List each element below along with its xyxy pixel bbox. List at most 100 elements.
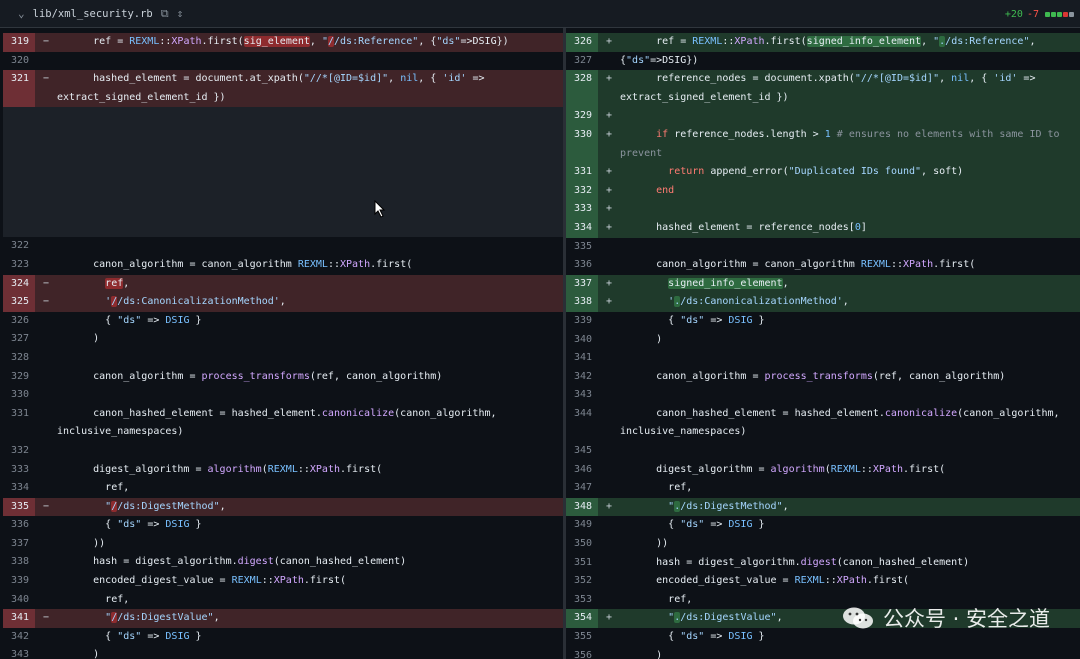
line-number[interactable]: 355 (566, 628, 598, 647)
mouse-cursor-icon (374, 200, 386, 218)
code-text: "//ds:DigestMethod", (105, 500, 226, 512)
deletion-marker: − (43, 73, 50, 85)
line-number[interactable]: 326 (566, 33, 598, 52)
line-number[interactable]: 332 (3, 442, 35, 461)
line-number[interactable]: 337 (3, 535, 35, 554)
line-number[interactable]: 353 (566, 591, 598, 610)
line-number[interactable]: 338 (566, 293, 598, 312)
line-number[interactable]: 325 (3, 293, 35, 312)
code-text: )) (57, 537, 106, 549)
line-number[interactable]: 342 (3, 628, 35, 647)
context-marker (43, 572, 55, 591)
line-number[interactable]: 334 (566, 218, 598, 238)
chevron-down-icon[interactable]: ⌄ (18, 7, 25, 20)
addition-marker: + (606, 296, 613, 308)
line-number[interactable]: 342 (566, 368, 598, 387)
line-number[interactable]: 338 (3, 553, 35, 572)
file-path[interactable]: lib/xml_security.rb (33, 8, 153, 20)
line-number[interactable]: 351 (566, 554, 598, 573)
diff-line: 321− hashed_element = document.at_xpath(… (3, 70, 563, 108)
line-number[interactable]: 345 (566, 442, 598, 461)
line-number[interactable]: 321 (3, 70, 35, 108)
line-number[interactable]: 331 (566, 163, 598, 182)
code-text: canon_algorithm = canon_algorithm REXML:… (57, 258, 413, 270)
line-number[interactable]: 332 (566, 181, 598, 201)
diff-line: 339 encoded_digest_value = REXML::XPath.… (3, 572, 563, 591)
context-marker (43, 237, 55, 256)
copy-icon[interactable]: ⧉ (161, 7, 169, 21)
diff-line: 340 ref, (3, 591, 563, 610)
diff-filler (3, 107, 563, 238)
diff-line: 342 canon_algorithm = process_transforms… (566, 368, 1080, 387)
line-number[interactable]: 354 (566, 609, 598, 628)
line-number[interactable]: 341 (3, 609, 35, 628)
line-number[interactable]: 343 (566, 386, 598, 405)
line-number[interactable]: 326 (3, 312, 35, 331)
line-number[interactable]: 328 (3, 349, 35, 368)
code-text: { "ds" => DSIG } (620, 519, 765, 531)
code-text: ref, (620, 482, 693, 494)
line-number[interactable]: 320 (3, 52, 35, 71)
context-marker (606, 628, 618, 647)
line-number[interactable]: 339 (566, 312, 598, 331)
line-number[interactable]: 335 (3, 497, 35, 517)
context-marker (606, 591, 618, 610)
line-number[interactable]: 352 (566, 572, 598, 591)
line-number[interactable]: 340 (566, 331, 598, 350)
line-number[interactable]: 337 (566, 274, 598, 294)
line-number[interactable]: 339 (3, 572, 35, 591)
context-marker (43, 628, 55, 647)
diff-line: 331 canon_hashed_element = hashed_elemen… (3, 405, 563, 442)
line-number[interactable]: 333 (3, 461, 35, 480)
line-number[interactable]: 347 (566, 479, 598, 498)
line-number[interactable]: 319 (3, 33, 35, 52)
line-number[interactable]: 343 (3, 646, 35, 659)
diff-line: 335− "//ds:DigestMethod", (3, 497, 563, 517)
line-number[interactable]: 330 (566, 125, 598, 164)
code-text: ref, (57, 482, 130, 494)
code-text: hash = digest_algorithm.digest(canon_has… (620, 556, 970, 568)
line-number[interactable]: 327 (566, 52, 598, 71)
line-number[interactable]: 323 (3, 256, 35, 275)
diffstat-bar (1063, 11, 1068, 17)
line-number[interactable]: 346 (566, 461, 598, 480)
line-number[interactable]: 331 (3, 405, 35, 442)
line-number[interactable]: 341 (566, 349, 598, 368)
code-text: ref = REXML::XPath.first(sig_element, "/… (57, 36, 509, 47)
context-marker (606, 442, 618, 461)
line-number[interactable]: 329 (3, 368, 35, 387)
line-number[interactable]: 350 (566, 535, 598, 554)
code-text: "./ds:DigestMethod", (668, 500, 789, 512)
context-marker (606, 331, 618, 350)
context-marker (43, 479, 55, 498)
line-number[interactable]: 336 (3, 516, 35, 535)
line-number[interactable]: 328 (566, 70, 598, 108)
line-number[interactable]: 344 (566, 405, 598, 442)
line-number[interactable]: 349 (566, 516, 598, 535)
code-text: "//ds:DigestValue", (105, 612, 220, 624)
line-number[interactable]: 322 (3, 237, 35, 256)
code-text: return append_error("Duplicated IDs foun… (668, 166, 964, 178)
line-number[interactable]: 340 (3, 591, 35, 610)
line-number[interactable]: 327 (3, 330, 35, 349)
line-number[interactable]: 348 (566, 497, 598, 517)
line-number[interactable]: 356 (566, 647, 598, 659)
line-number[interactable]: 333 (566, 200, 598, 219)
expand-icon[interactable]: ⇕ (177, 7, 184, 20)
code-text: end (656, 184, 675, 196)
code-text: signed_info_element, (668, 277, 789, 289)
line-number[interactable]: 335 (566, 238, 598, 257)
diff-line: 349 { "ds" => DSIG } (566, 516, 1080, 535)
line-number[interactable]: 329 (566, 107, 598, 126)
line-number[interactable]: 334 (3, 479, 35, 498)
diff-line: 346 digest_algorithm = algorithm(REXML::… (566, 461, 1080, 480)
line-number[interactable]: 336 (566, 256, 598, 275)
line-number[interactable]: 330 (3, 386, 35, 405)
diff-line: 341 (566, 349, 1080, 368)
diff-line: 319− ref = REXML::XPath.first(sig_elemen… (3, 33, 563, 52)
diff-line: 353 ref, (566, 591, 1080, 610)
line-number[interactable]: 324 (3, 274, 35, 294)
diff-line: 322 (3, 237, 563, 256)
diff-line: 343 (566, 386, 1080, 405)
deletions-count: -7 (1026, 8, 1039, 20)
